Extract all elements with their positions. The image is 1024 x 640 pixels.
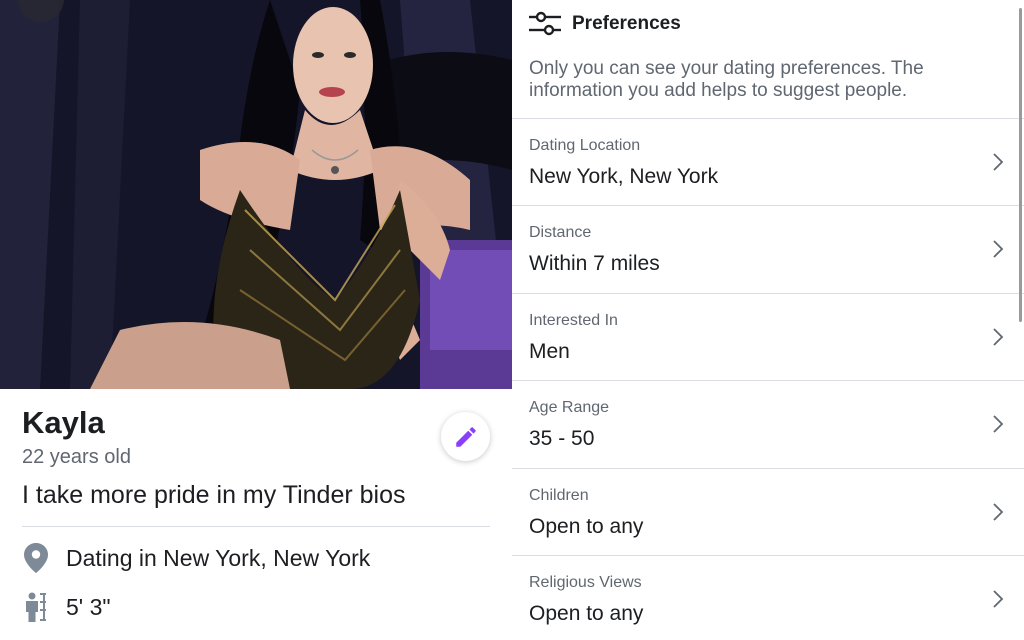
chevron-right-icon (993, 328, 1004, 346)
pref-value: 35 - 50 (529, 427, 595, 451)
preferences-panel: Preferences Only you can see your dating… (512, 0, 1024, 640)
scrollbar[interactable] (1019, 8, 1022, 322)
profile-name: Kayla (22, 405, 105, 440)
pref-children[interactable]: Children Open to any (512, 467, 1024, 555)
detail-location: Dating in New York, New York (22, 542, 370, 574)
profile-age: 22 years old (22, 446, 131, 468)
chevron-right-icon (993, 240, 1004, 259)
profile-info: Kayla 22 years old I take more pride in … (0, 389, 512, 640)
divider (22, 526, 490, 527)
profile-panel: Kayla 22 years old I take more pride in … (0, 0, 512, 640)
pref-distance[interactable]: Distance Within 7 miles (512, 205, 1024, 292)
preferences-description: Only you can see your dating preferences… (529, 58, 924, 101)
chevron-right-icon (993, 590, 1004, 608)
pref-label: Religious Views (529, 573, 642, 591)
pref-value: New York, New York (529, 165, 719, 188)
pref-label: Children (529, 486, 589, 504)
detail-location-text: Dating in New York, New York (66, 544, 371, 571)
pref-age-range[interactable]: Age Range 35 - 50 (512, 380, 1024, 467)
pref-label: Distance (529, 224, 592, 242)
profile-photo-illustration (0, 0, 512, 389)
pref-value: Men (529, 339, 570, 363)
pref-label: Age Range (529, 399, 610, 417)
profile-bio: I take more pride in my Tinder bios (22, 481, 406, 509)
pref-label: Interested In (529, 311, 618, 329)
preferences-header: Preferences (528, 10, 681, 38)
height-icon (22, 592, 50, 622)
chevron-right-icon (993, 415, 1004, 433)
map-pin-icon (22, 543, 50, 573)
sliders-icon (529, 11, 561, 36)
preferences-list: Dating Location New York, New York Dista… (512, 118, 1024, 640)
detail-height: 5' 3" (22, 591, 111, 623)
chevron-right-icon (993, 153, 1004, 171)
pref-dating-location[interactable]: Dating Location New York, New York (512, 118, 1024, 205)
pref-value: Open to any (529, 514, 644, 538)
pref-religious-views[interactable]: Religious Views Open to any (512, 554, 1024, 640)
pref-label: Dating Location (529, 137, 641, 154)
chevron-right-icon (993, 502, 1004, 521)
pref-value: Within 7 miles (529, 252, 660, 276)
profile-photo[interactable] (0, 0, 512, 389)
pencil-icon (455, 426, 476, 447)
edit-profile-button[interactable] (441, 412, 490, 461)
pref-value: Open to any (529, 601, 644, 625)
preferences-title: Preferences (572, 13, 681, 34)
detail-height-text: 5' 3" (66, 593, 111, 620)
pref-interested-in[interactable]: Interested In Men (512, 292, 1024, 380)
